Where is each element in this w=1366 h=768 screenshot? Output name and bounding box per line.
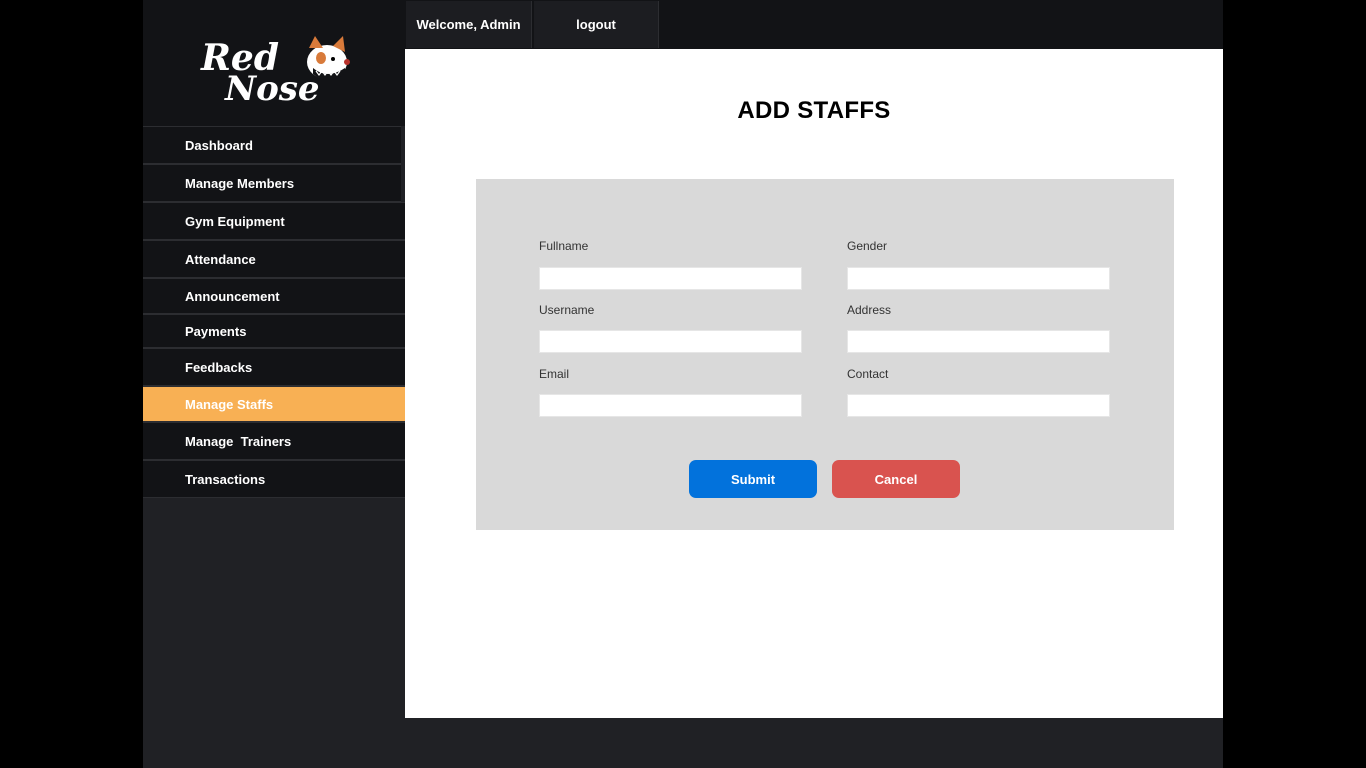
gender-field[interactable] — [847, 267, 1110, 290]
rednose-logo: Red Nose — [200, 36, 350, 104]
sidebar-item-label: Gym Equipment — [185, 213, 285, 229]
sidebar-item-manage-staffs[interactable]: Manage Staffs — [143, 386, 405, 422]
welcome-label: Welcome, Admin — [406, 1, 532, 48]
sidebar-item-label: Payments — [185, 323, 247, 339]
top-bar: Welcome, Admin logout — [405, 0, 1223, 49]
username-field[interactable] — [539, 330, 802, 353]
logout-button[interactable]: logout — [534, 1, 659, 48]
dog-mascot-icon — [307, 36, 350, 80]
username-label: Username — [539, 303, 595, 317]
sidebar-item-label: Dashboard — [185, 137, 253, 153]
email-label: Email — [539, 367, 570, 381]
sidebar-item-label: Manage Trainers — [185, 433, 292, 449]
sidebar-item-label: Manage Members — [185, 175, 295, 191]
sidebar-item-feedbacks[interactable]: Feedbacks — [143, 348, 405, 386]
add-staff-form: Fullname Gender Username Address Email C… — [476, 179, 1174, 530]
sidebar-item-transactions[interactable]: Transactions — [143, 460, 405, 498]
submit-button[interactable]: Submit — [689, 460, 817, 498]
sidebar-item-attendance[interactable]: Attendance — [143, 240, 405, 278]
sidebar-item-manage-trainers[interactable]: Manage Trainers — [143, 422, 405, 460]
sidebar-item-label: Attendance — [185, 251, 256, 267]
contact-label: Contact — [847, 367, 889, 381]
address-label: Address — [847, 303, 892, 317]
sidebar-item-payments[interactable]: Payments — [143, 314, 405, 348]
sidebar-item-announcement[interactable]: Announcement — [143, 278, 405, 314]
svg-text:Nose: Nose — [224, 69, 320, 104]
sidebar-item-dashboard[interactable]: Dashboard — [143, 126, 401, 164]
logo-area: Red Nose — [143, 0, 405, 126]
sidebar-item-label: Transactions — [185, 471, 266, 487]
fullname-field[interactable] — [539, 267, 802, 290]
fullname-label: Fullname — [539, 239, 589, 253]
sidebar: Red Nose Dashboard Manage Members Gym Eq… — [143, 0, 405, 768]
contact-field[interactable] — [847, 394, 1110, 417]
gender-label: Gender — [847, 239, 888, 253]
page-title: ADD STAFFS — [737, 97, 891, 124]
email-field[interactable] — [539, 394, 802, 417]
sidebar-item-label: Feedbacks — [185, 359, 253, 375]
main-content: ADD STAFFS Fullname Gender Username Addr… — [405, 49, 1223, 718]
cancel-button[interactable]: Cancel — [832, 460, 960, 498]
app-window: Red Nose Dashboard Manage Members Gym Eq… — [143, 0, 1223, 768]
sidebar-item-label: Manage Staffs — [185, 396, 274, 412]
sidebar-item-manage-members[interactable]: Manage Members — [143, 164, 401, 202]
sidebar-item-gym-equipment[interactable]: Gym Equipment — [143, 202, 405, 240]
sidebar-item-label: Announcement — [185, 288, 280, 304]
address-field[interactable] — [847, 330, 1110, 353]
